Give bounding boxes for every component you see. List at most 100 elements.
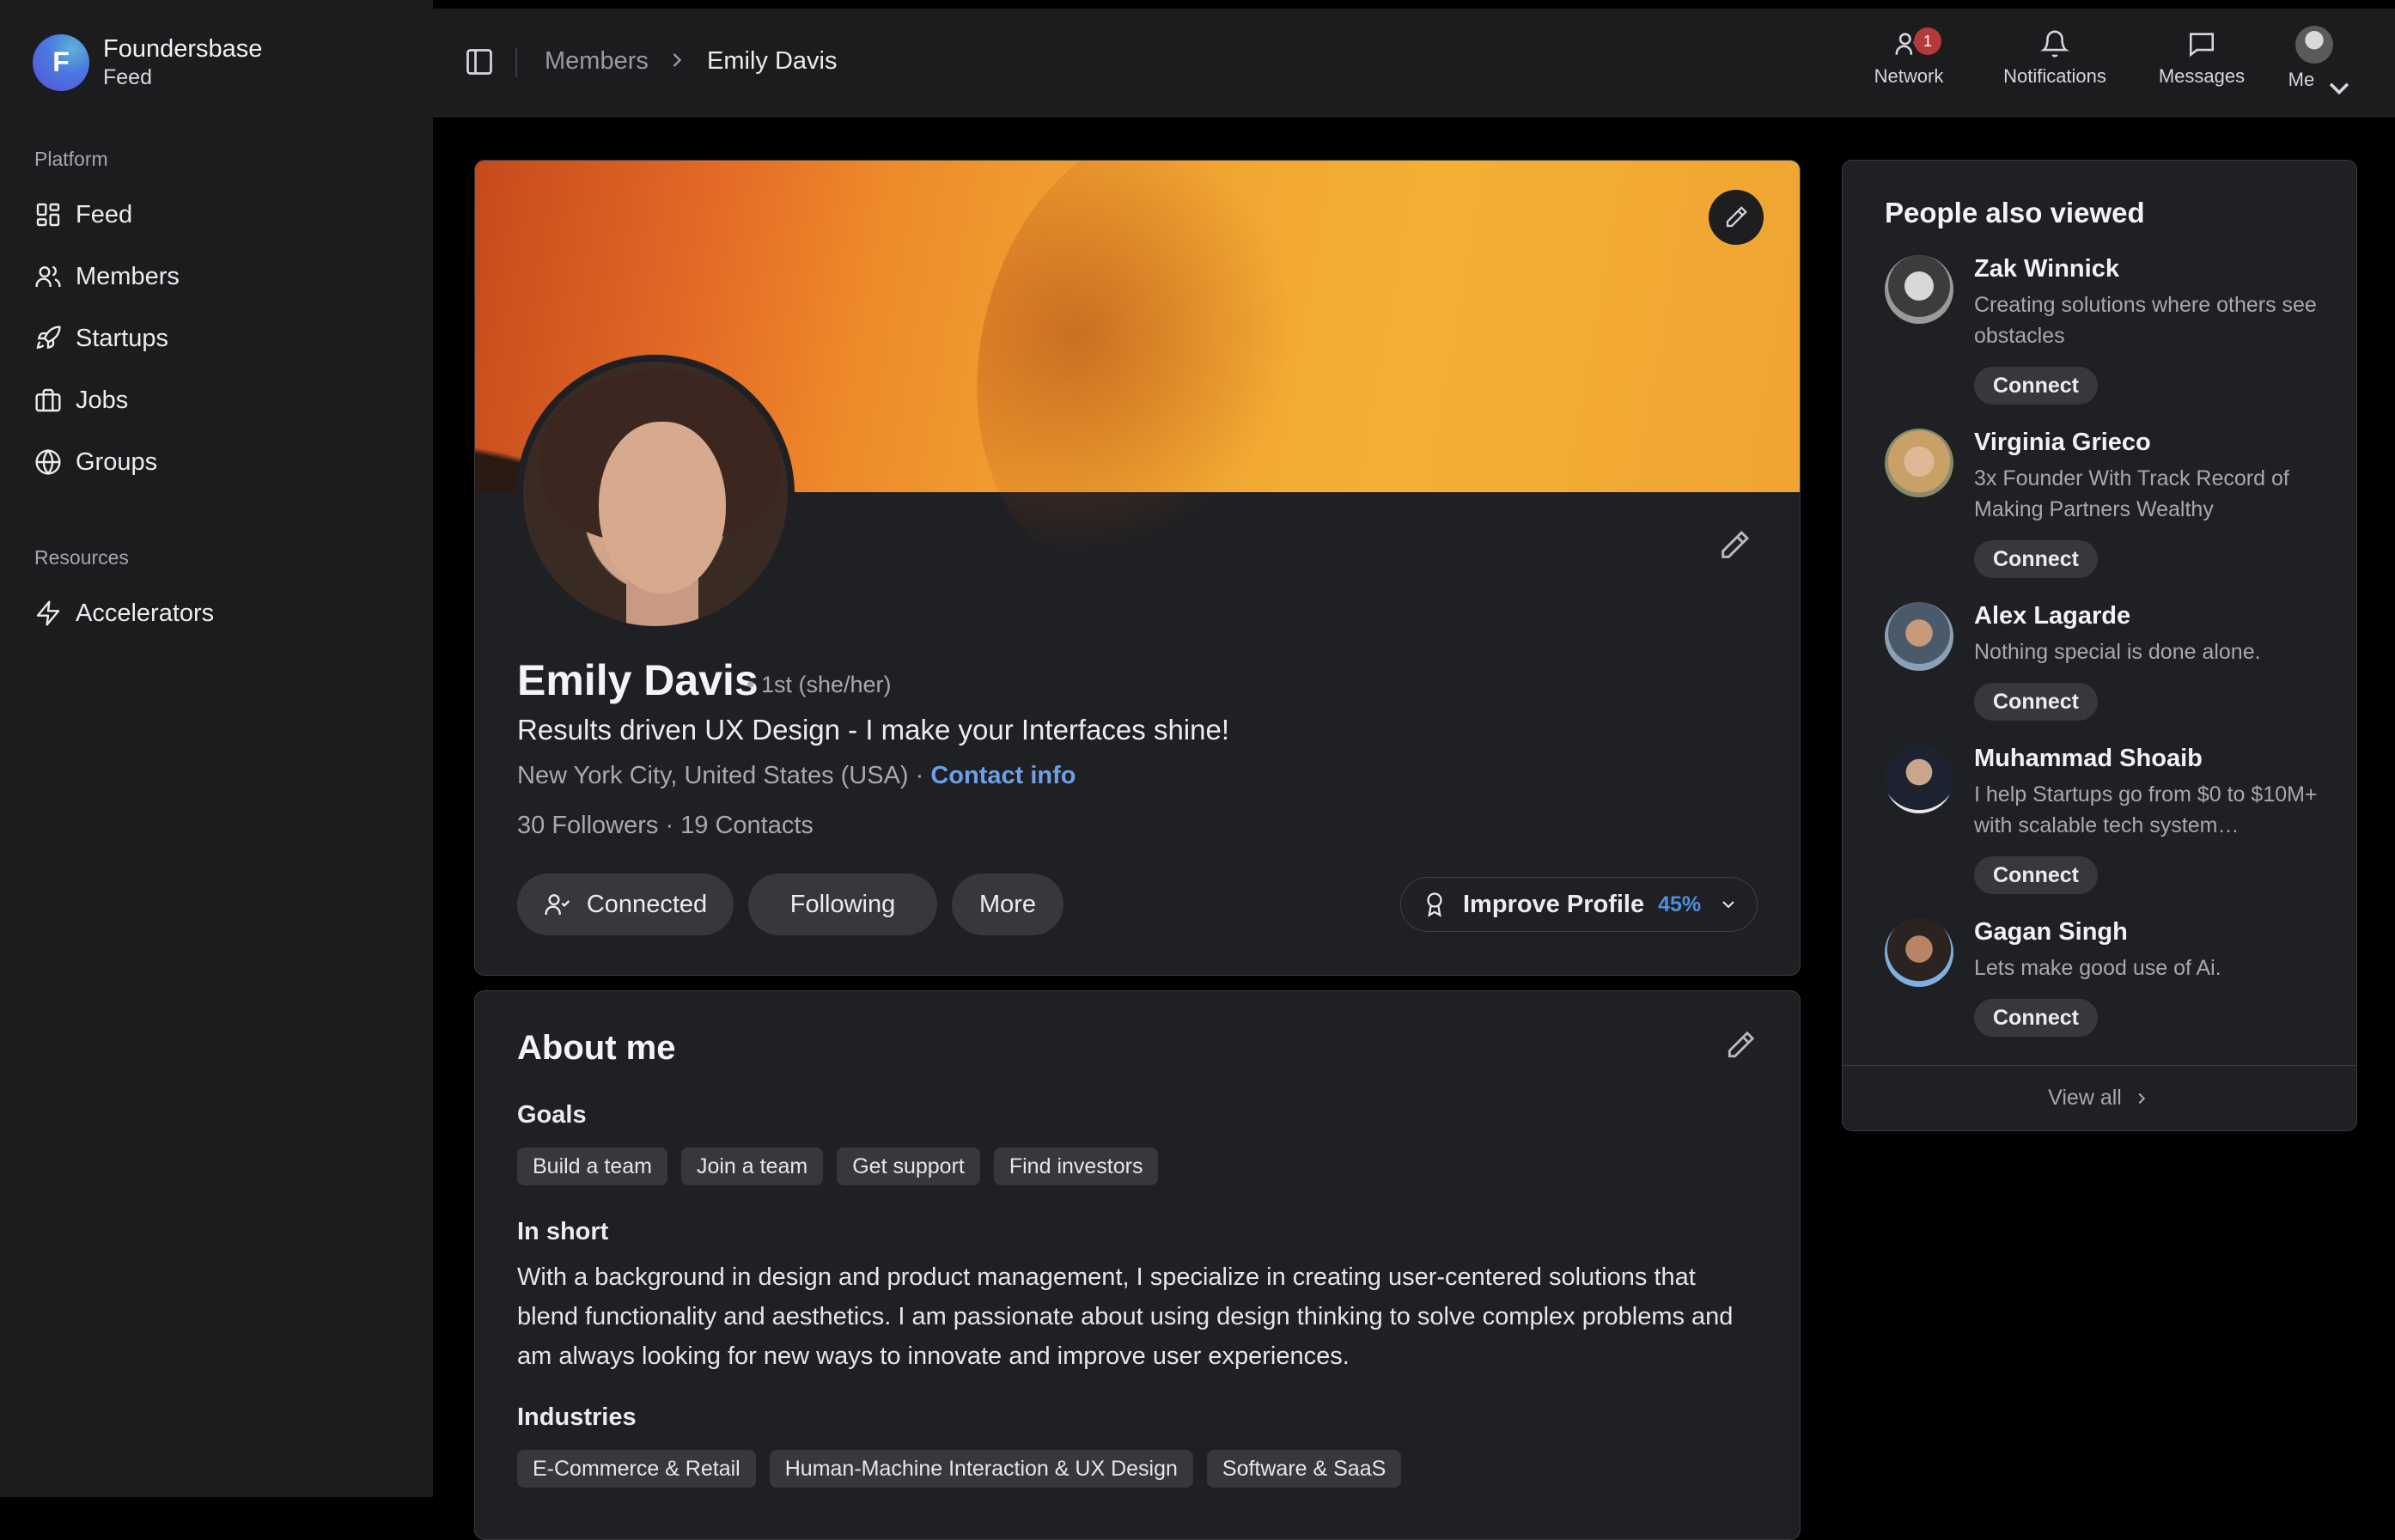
brand-name: Foundersbase bbox=[103, 35, 263, 63]
industry-chip: Software & SaaS bbox=[1206, 1450, 1402, 1488]
person-name[interactable]: Zak Winnick bbox=[1974, 255, 2119, 283]
more-button[interactable]: More bbox=[952, 873, 1063, 935]
profile-location: New York City, United States (USA) · Con… bbox=[517, 762, 1076, 790]
goals-heading: Goals bbox=[517, 1101, 587, 1129]
connect-button[interactable]: Connect bbox=[1974, 856, 2098, 894]
profile-stats[interactable]: 30 Followers · 19 Contacts bbox=[517, 812, 814, 840]
person-description: Nothing special is done alone. bbox=[1974, 640, 2261, 664]
profile-name: Emily Davis bbox=[517, 656, 759, 704]
grid-icon bbox=[36, 203, 60, 227]
avatar[interactable] bbox=[1885, 429, 1953, 497]
following-label: Following bbox=[789, 890, 896, 918]
edit-banner-button[interactable] bbox=[1709, 190, 1764, 245]
person-name[interactable]: Gagan Singh bbox=[1974, 918, 2128, 947]
top-bar: Members Emily Davis 1 Network Notificati… bbox=[433, 9, 2395, 117]
bell-icon bbox=[2040, 30, 2069, 58]
in-short-heading: In short bbox=[517, 1218, 609, 1245]
nav-section-resources: Resources bbox=[34, 546, 129, 569]
avatar[interactable] bbox=[1885, 745, 1953, 813]
pencil-icon bbox=[1726, 206, 1747, 228]
person-description: Lets make good use of Ai. bbox=[1974, 956, 2221, 980]
in-short-text: With a background in design and product … bbox=[517, 1263, 1734, 1370]
profile-card: Emily Davis • 1st (she/her) Results driv… bbox=[474, 160, 1801, 976]
nav-network-label: Network bbox=[1874, 65, 1944, 87]
nav-section-platform: Platform bbox=[34, 148, 108, 170]
profile-completion-percent: 45% bbox=[1658, 892, 1702, 916]
sidebar-item-accelerators[interactable]: Accelerators bbox=[34, 594, 214, 632]
person-name[interactable]: Alex Lagarde bbox=[1974, 602, 2130, 630]
sidebar-toggle-icon[interactable] bbox=[464, 46, 495, 77]
connected-button[interactable]: Connected bbox=[517, 873, 734, 935]
user-check-icon bbox=[545, 894, 570, 915]
sidebar-item-label: Groups bbox=[76, 447, 158, 476]
improve-profile-label: Improve Profile bbox=[1463, 890, 1645, 918]
sidebar-item-label: Members bbox=[76, 262, 180, 290]
people-also-viewed-title: People also viewed bbox=[1885, 197, 2145, 228]
avatar[interactable] bbox=[1885, 918, 1953, 987]
avatar[interactable] bbox=[1885, 255, 1953, 324]
message-icon bbox=[2189, 33, 2215, 58]
sidebar-item-members[interactable]: Members bbox=[34, 258, 180, 295]
industry-chip: E-Commerce & Retail bbox=[517, 1450, 756, 1488]
connect-button[interactable]: Connect bbox=[1974, 999, 2098, 1037]
brand-subtitle: Feed bbox=[103, 65, 152, 89]
rocket-icon bbox=[36, 326, 61, 350]
breadcrumb-members[interactable]: Members bbox=[545, 47, 649, 76]
nav-messages-label: Messages bbox=[2158, 65, 2246, 87]
view-all-label: View all bbox=[2048, 1086, 2122, 1110]
sidebar-item-groups[interactable]: Groups bbox=[34, 443, 157, 481]
chevron-right-icon bbox=[673, 53, 682, 67]
sidebar-item-startups[interactable]: Startups bbox=[34, 320, 168, 357]
briefcase-icon bbox=[35, 388, 61, 412]
sidebar-item-jobs[interactable]: Jobs bbox=[34, 381, 128, 419]
avatar[interactable] bbox=[1885, 602, 1953, 671]
avatar bbox=[2295, 26, 2333, 64]
breadcrumb-current: Emily Davis bbox=[707, 47, 838, 75]
avatar-face bbox=[599, 422, 726, 593]
nav-me-label: Me bbox=[2288, 69, 2315, 90]
nav-notifications[interactable]: Notifications bbox=[1986, 29, 2124, 88]
connect-button[interactable]: Connect bbox=[1974, 683, 2098, 721]
connected-label: Connected bbox=[586, 890, 708, 918]
contact-info-link[interactable]: Contact info bbox=[930, 762, 1076, 789]
goal-chip: Find investors bbox=[993, 1147, 1159, 1185]
about-card: About me Goals Build a team Join a team … bbox=[474, 990, 1801, 1540]
sidebar: F Foundersbase Feed Platform Feed Member… bbox=[0, 0, 433, 1497]
more-label: More bbox=[978, 890, 1037, 918]
nav-me[interactable]: Me bbox=[2280, 26, 2349, 95]
chevron-right-icon bbox=[2138, 1093, 2146, 1104]
sidebar-item-feed[interactable]: Feed bbox=[34, 196, 132, 234]
edit-profile-icon[interactable] bbox=[1717, 528, 1752, 563]
connection-degree: • 1st (she/her) bbox=[747, 672, 892, 697]
person-description: 3x Founder With Track Record of Making P… bbox=[1974, 466, 2289, 521]
location-text: New York City, United States (USA) · bbox=[517, 762, 931, 789]
improve-profile-button[interactable]: Improve Profile 45% bbox=[1400, 877, 1758, 932]
chevron-down-icon bbox=[1722, 901, 1734, 909]
profile-avatar[interactable] bbox=[516, 355, 795, 633]
nav-network[interactable]: 1 Network bbox=[1866, 27, 1952, 88]
divider bbox=[515, 48, 517, 77]
award-icon bbox=[1427, 892, 1442, 917]
users-icon bbox=[35, 265, 61, 287]
person-description: I help Startups go from $0 to $10M+ with… bbox=[1974, 782, 2318, 837]
following-button[interactable]: Following bbox=[748, 873, 937, 935]
brand[interactable]: F Foundersbase Feed bbox=[33, 34, 262, 91]
person-name[interactable]: Muhammad Shoaib bbox=[1974, 745, 2203, 773]
nav-notifications-label: Notifications bbox=[2003, 65, 2106, 87]
edit-about-icon[interactable] bbox=[1724, 1029, 1757, 1062]
brand-initial: F bbox=[52, 46, 70, 77]
sidebar-item-label: Startups bbox=[76, 324, 168, 352]
connect-button[interactable]: Connect bbox=[1974, 367, 2098, 405]
goal-chip: Get support bbox=[837, 1147, 980, 1185]
brand-logo: F bbox=[33, 34, 89, 91]
sidebar-item-label: Jobs bbox=[76, 386, 129, 414]
lightning-icon bbox=[36, 600, 60, 626]
view-all-link[interactable]: View all bbox=[1843, 1065, 2356, 1130]
about-title: About me bbox=[517, 1029, 676, 1067]
nav-messages[interactable]: Messages bbox=[2146, 29, 2258, 88]
industries-heading: Industries bbox=[517, 1403, 637, 1431]
sidebar-item-label: Feed bbox=[76, 200, 133, 228]
person-name[interactable]: Virginia Grieco bbox=[1974, 429, 2151, 457]
connect-button[interactable]: Connect bbox=[1974, 540, 2098, 578]
person-description: Creating solutions where others see obst… bbox=[1974, 293, 2317, 348]
